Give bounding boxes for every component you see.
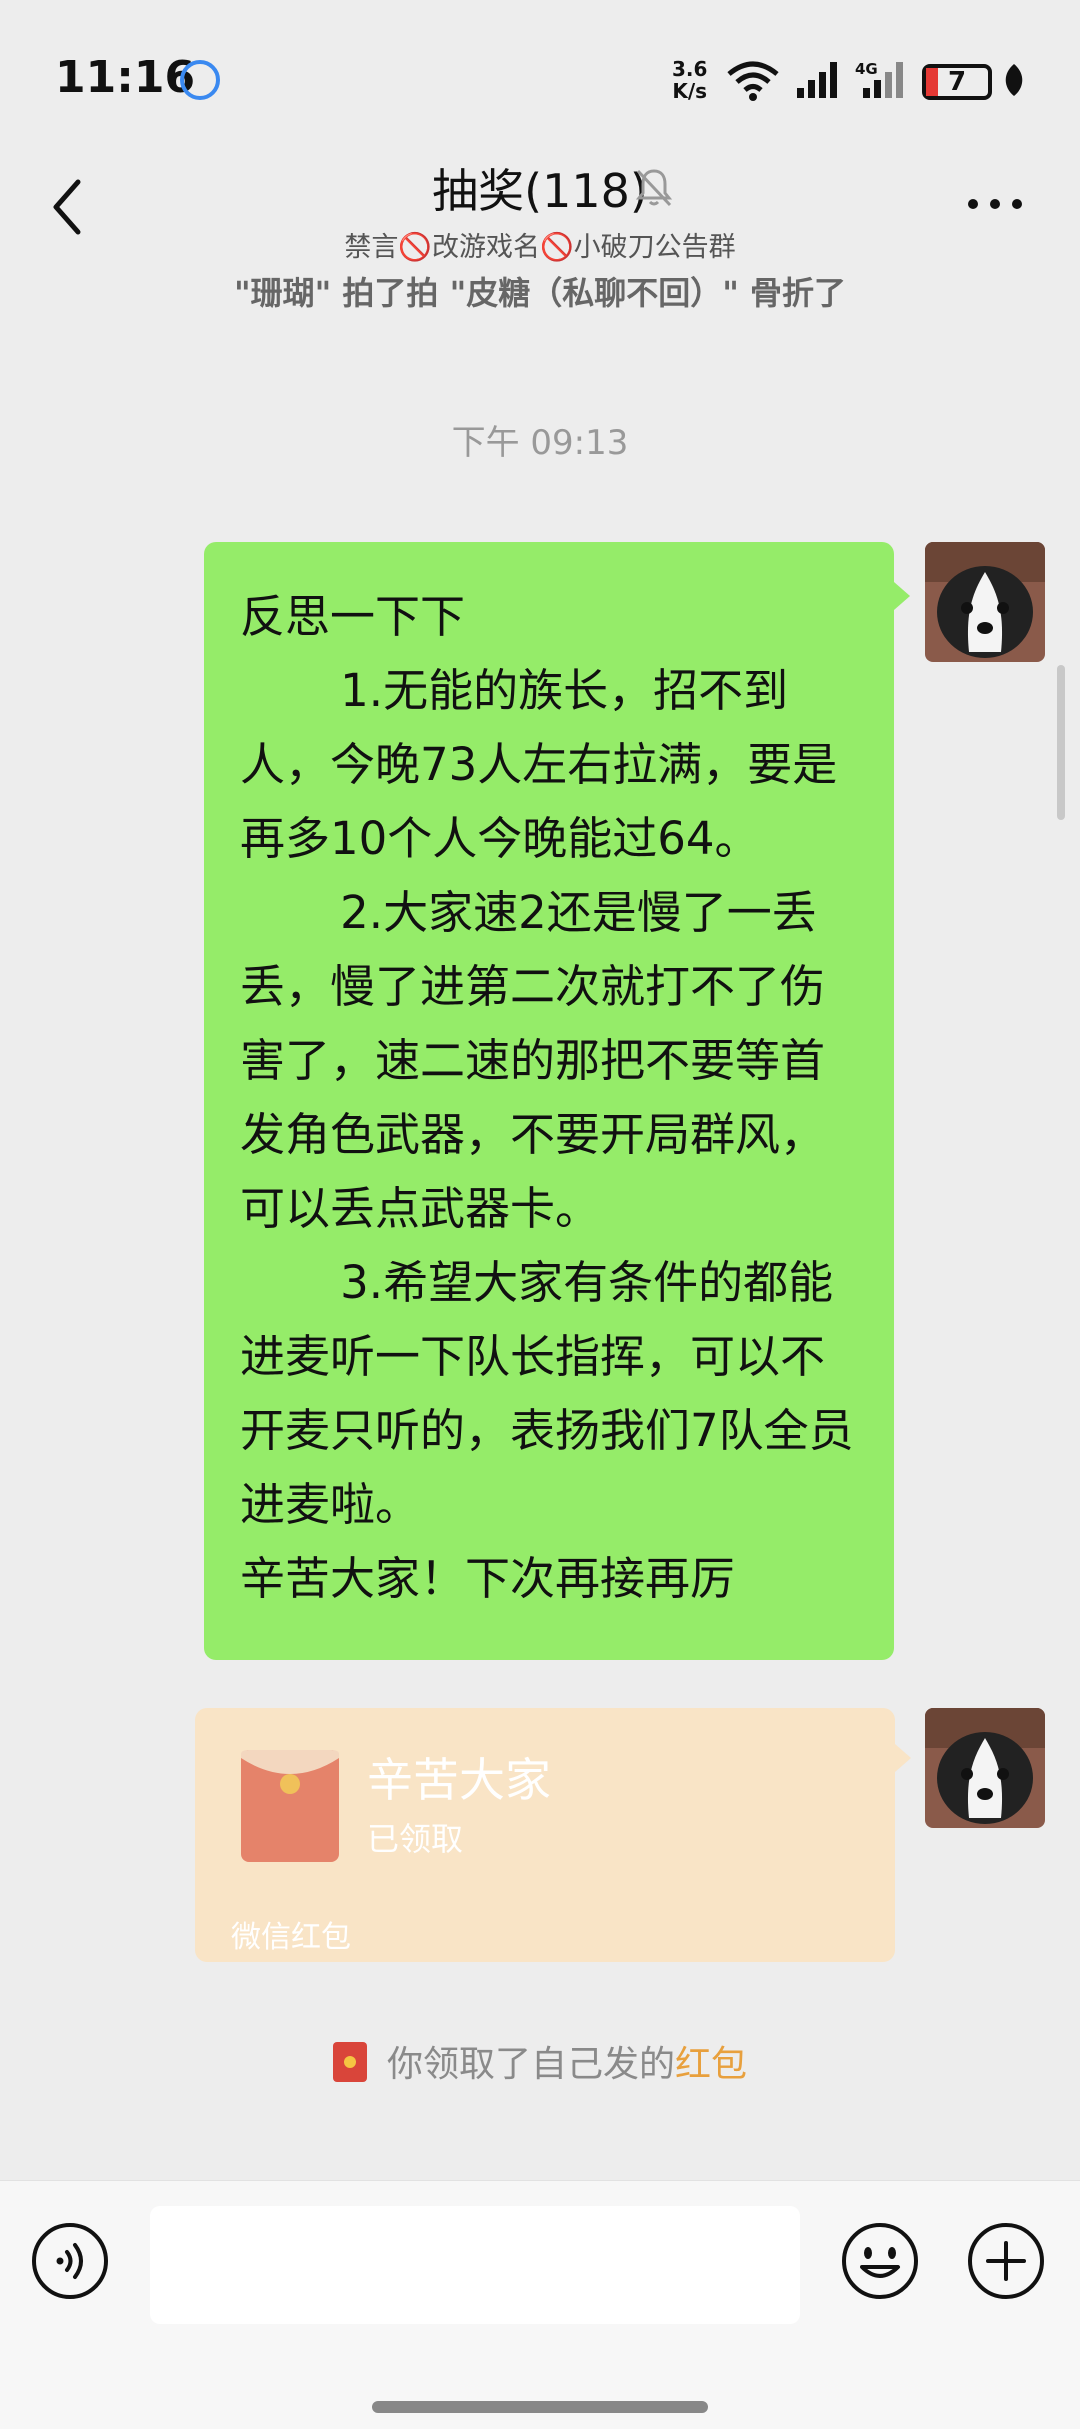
text-message-bubble[interactable]: 反思一下下 1.无能的族长，招不到人，今晚73人左右拉满，要是再多10个人今晚能… [204, 542, 910, 1660]
net-speed: 3.6 K/s [672, 58, 707, 102]
voice-icon[interactable] [30, 2221, 110, 2301]
dog-avatar[interactable] [925, 542, 1045, 662]
system-notice: 你领取了自己发的红包 [0, 2035, 1080, 2087]
emoji-icon[interactable] [840, 2221, 920, 2301]
status-time: 11:16 [55, 52, 196, 103]
wifi-icon [727, 61, 779, 101]
bubble-icon [180, 60, 220, 100]
net-speed-unit: K/s [672, 79, 708, 103]
red-packet-icon [332, 2042, 367, 2082]
red-packet-title: 辛苦大家 [367, 1753, 551, 1807]
leaf-icon [1005, 64, 1023, 96]
home-indicator[interactable] [372, 2401, 708, 2413]
status-bar: 11:16 3.6 K/s 4G 7 [0, 0, 1080, 150]
net-speed-value: 3.6 [672, 57, 708, 81]
pat-notice: "珊瑚" 拍了拍 "皮糖（私聊不回）" 骨折了 [233, 274, 847, 308]
red-packet-label: 微信红包 [231, 1920, 351, 1955]
more-dots-icon[interactable] [965, 196, 1025, 212]
message-input[interactable] [150, 2206, 800, 2324]
red-packet-status: 已领取 [367, 1820, 464, 1858]
message-text: 反思一下下 1.无能的族长，招不到人，今晚73人左右拉满，要是再多10个人今晚能… [240, 590, 854, 1605]
red-packet-card[interactable]: 辛苦大家 已领取 微信红包 [195, 1708, 911, 1962]
message-timestamp: 下午 09:13 [451, 423, 629, 463]
signal-4g-icon: 4G [855, 60, 903, 98]
red-packet-link[interactable]: 红包 [675, 2044, 747, 2085]
system-notice-text: 你领取了自己发的 [386, 2044, 675, 2085]
battery-icon: 7 [922, 64, 992, 100]
battery-level: 7 [947, 67, 967, 97]
bell-off-icon [635, 169, 673, 207]
input-bar [0, 2180, 1080, 2429]
chat-subtitle: 禁言🚫改游戏名🚫小破刀公告群 [344, 232, 736, 263]
chat-title: 抽奖(118) [432, 164, 648, 218]
plus-icon[interactable] [966, 2221, 1046, 2301]
dog-avatar[interactable] [925, 1708, 1045, 1828]
svg-text:4G: 4G [855, 60, 878, 78]
scrollbar-thumb[interactable] [1057, 665, 1065, 820]
red-packet-icon [241, 1750, 339, 1862]
signal-icon [797, 62, 837, 98]
